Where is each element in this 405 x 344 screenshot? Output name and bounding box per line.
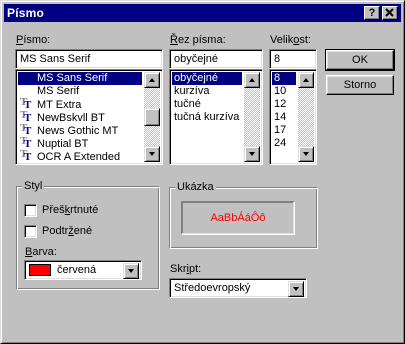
size-input[interactable]: 8 <box>269 49 317 69</box>
title-bar[interactable]: Písmo ? <box>4 4 401 22</box>
size-list-scrollbar[interactable] <box>298 72 314 162</box>
chevron-down-icon <box>293 287 299 291</box>
script-label: Skript: <box>170 263 202 275</box>
color-select-value: červená <box>57 264 97 276</box>
arrow-down-icon <box>303 152 309 156</box>
font-input-value: MS Sans Serif <box>20 53 91 65</box>
strikeout-checkbox[interactable] <box>24 204 37 217</box>
scroll-down-button[interactable] <box>144 146 160 162</box>
scroll-up-button[interactable] <box>298 72 314 88</box>
font-list-scrollbar[interactable] <box>144 72 160 162</box>
sample-box: AaBbÁáÔô <box>181 201 295 235</box>
scroll-thumb[interactable] <box>144 108 160 126</box>
chevron-down-icon <box>128 269 134 273</box>
size-list-item[interactable]: 17 <box>272 124 296 137</box>
size-list-item[interactable]: 10 <box>272 85 296 98</box>
underline-checkbox[interactable] <box>24 225 37 238</box>
script-select[interactable]: Středoevropský <box>169 278 307 298</box>
style-list[interactable]: obyčejné kurzíva tučné tučná kurzíva <box>169 69 263 165</box>
arrow-down-icon <box>249 152 255 156</box>
style-list-item[interactable]: kurzíva <box>172 85 242 98</box>
arrow-down-icon <box>149 152 155 156</box>
scroll-up-button[interactable] <box>144 72 160 88</box>
size-list[interactable]: 8 10 12 14 17 24 <box>269 69 317 165</box>
sample-legend: Ukázka <box>175 181 216 193</box>
color-dropdown-button[interactable] <box>123 263 139 279</box>
font-input[interactable]: MS Sans Serif <box>15 49 163 69</box>
truetype-icon: TT <box>20 122 32 137</box>
arrow-up-icon <box>149 78 155 82</box>
ok-button[interactable]: OK <box>325 49 395 71</box>
cancel-button[interactable]: Storno <box>326 75 394 95</box>
truetype-icon: TT <box>20 109 32 124</box>
color-swatch <box>29 264 51 276</box>
strikeout-label[interactable]: Přeškrtnuté <box>42 204 98 216</box>
font-list-item[interactable]: T T OCR A Extended <box>18 148 142 164</box>
font-label: Písmo: <box>16 34 51 46</box>
arrow-up-icon <box>249 78 255 82</box>
truetype-icon: TT <box>20 135 32 150</box>
underline-label[interactable]: Podtržené <box>42 225 92 237</box>
close-button[interactable] <box>382 6 398 20</box>
help-button[interactable]: ? <box>364 6 380 20</box>
size-input-value: 8 <box>274 53 281 65</box>
scroll-down-button[interactable] <box>244 146 260 162</box>
font-dialog: Písmo ? Písmo: MS Sans Serif MS Sans Ser… <box>0 0 405 344</box>
color-label: Barva: <box>25 246 57 258</box>
font-list-item[interactable]: T T MT Extra <box>18 96 142 112</box>
style-input[interactable]: obyčejné <box>169 49 263 69</box>
font-list-item[interactable]: MS Sans Serif <box>18 72 142 85</box>
scroll-up-button[interactable] <box>244 72 260 88</box>
style-list-item[interactable]: tučná kurzíva <box>172 111 242 124</box>
color-select[interactable]: červená <box>24 260 142 280</box>
arrow-up-icon <box>303 78 309 82</box>
close-icon <box>385 8 394 17</box>
style-label: Řez písma: <box>170 34 226 46</box>
script-dropdown-button[interactable] <box>288 281 304 297</box>
font-list-item[interactable]: T T NewBskvll BT <box>18 109 142 125</box>
font-list-item[interactable]: T T News Gothic MT <box>18 122 142 138</box>
truetype-icon: TT <box>20 148 32 163</box>
font-list-item[interactable]: T T Nuptial BT <box>18 135 142 151</box>
size-label: Velikost: <box>270 34 311 46</box>
font-list[interactable]: MS Sans Serif MS Serif T T MT Extra T T NewB… <box>15 69 163 165</box>
scroll-down-button[interactable] <box>298 146 314 162</box>
window-title: Písmo <box>7 6 45 20</box>
style-list-item[interactable]: obyčejné <box>172 72 242 85</box>
sample-text: AaBbÁáÔô <box>210 212 266 224</box>
effects-legend: Styl <box>22 180 45 192</box>
style-input-value: obyčejné <box>174 53 219 65</box>
script-select-value: Středoevropský <box>174 282 251 294</box>
truetype-icon: TT <box>20 96 32 111</box>
size-list-item[interactable]: 12 <box>272 98 296 111</box>
size-list-item[interactable]: 14 <box>272 111 296 124</box>
style-list-item[interactable]: tučné <box>172 98 242 111</box>
size-list-item[interactable]: 24 <box>272 137 296 150</box>
size-list-item[interactable]: 8 <box>272 72 296 85</box>
font-list-item[interactable]: MS Serif <box>18 85 142 98</box>
style-list-scrollbar[interactable] <box>244 72 260 162</box>
